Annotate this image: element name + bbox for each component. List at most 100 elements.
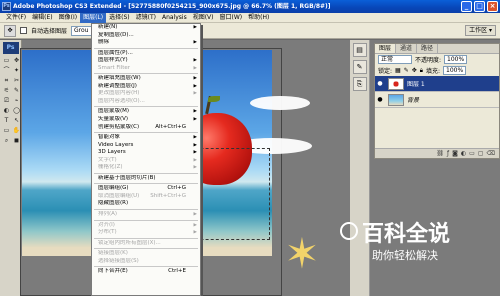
window-title-bar: Ps Adobe Photoshop CS3 Extended - [52775… [0, 0, 500, 13]
menu-item-label: 向下合并(E) [98, 268, 128, 275]
layer-menu-item[interactable]: 图层编组(G) Ctrl+G [92, 185, 200, 193]
tool-icon[interactable]: ▭ [2, 126, 11, 135]
workspace-button[interactable]: 工作区 ▾ [465, 25, 496, 36]
layer-menu-item[interactable]: Video Layers ▶ [92, 142, 200, 150]
layer-menu-item[interactable]: 新建填充图层(W) ▶ [92, 75, 200, 83]
lock-all-icon[interactable]: 🔒︎ [420, 67, 423, 75]
submenu-arrow-icon: ▶ [193, 230, 197, 236]
mask-icon[interactable]: ◙ [452, 150, 458, 157]
eye-icon[interactable]: ● [375, 96, 385, 103]
menu-item[interactable]: 图像(I) [56, 13, 80, 23]
layers-panel-footer: ⛓ ƒ ◙ ◐ ▭ ▢ ⌫ [375, 148, 499, 158]
tool-icon[interactable]: ⌒ [2, 66, 11, 75]
submenu-arrow-icon: ▶ [193, 150, 197, 156]
menu-item[interactable]: 帮助(H) [245, 13, 272, 23]
menu-bar: 文件(F) 编辑(E) 图像(I) 图层(L) 选择(S) 滤镜(T) Analysis 视图… [0, 12, 500, 23]
tool-icon[interactable]: T [2, 116, 11, 125]
lock-image-icon[interactable]: ✎ [404, 67, 409, 74]
menu-item[interactable]: 窗口(W) [217, 13, 246, 23]
tool-icon[interactable]: ⌕ [2, 136, 11, 145]
layer-menu-item[interactable]: 隐藏图层(R) [92, 200, 200, 208]
menu-item[interactable]: 选择(S) [106, 13, 133, 23]
layer-menu-item[interactable]: 新建(N) ▶ [92, 24, 200, 32]
menu-item[interactable]: 视图(V) [190, 13, 217, 23]
auto-select-label: 自动选择图层 [31, 28, 68, 35]
tab-paths[interactable]: 路径 [417, 44, 439, 53]
app-icon: Ps [2, 2, 11, 11]
layer-thumbnail [388, 77, 404, 90]
new-layer-icon[interactable]: ▢ [478, 150, 484, 157]
submenu-arrow-icon: ▶ [193, 25, 197, 30]
ps-logo: Ps [2, 42, 19, 54]
clone-source-icon[interactable]: ⎘ [352, 77, 367, 91]
layer-menu-item: 取消图层编组(U) Shift+Ctrl+G [92, 193, 200, 201]
layer-menu-item[interactable]: 复制图层(D)... [92, 32, 200, 40]
layer-menu-item[interactable]: 新建基于图层的切片(B) [92, 175, 200, 183]
fx-icon[interactable]: ƒ [447, 150, 449, 157]
menu-item-label: 新建基于图层的切片(B) [98, 174, 156, 181]
options-bar: ✥ 自动选择图层 Grou 工作区 ▾ [0, 23, 500, 39]
menu-item-label: 隐藏图层(R) [98, 200, 129, 207]
blend-row: 正常 不透明度: 100% [375, 54, 499, 65]
menu-item-label: 选择链接图层(S) [98, 257, 139, 264]
adjustment-icon[interactable]: ◐ [461, 150, 466, 157]
submenu-arrow-icon: ▶ [193, 222, 197, 228]
menu-item-label: 新建填充图层(W) [98, 75, 141, 82]
layer-row[interactable]: ● 背景 [375, 92, 499, 108]
layer-menu-item[interactable]: 新建调整图层(J) ▶ [92, 83, 200, 91]
watermark-title: 百科全说 [362, 222, 451, 247]
opacity-input[interactable]: 100% [444, 55, 468, 64]
close-button[interactable]: × [487, 1, 498, 12]
layer-menu-item[interactable]: 智能对象 ▶ [92, 134, 200, 142]
minimize-button[interactable]: _ [461, 1, 472, 12]
menu-item[interactable]: 图层(L) [80, 12, 107, 23]
menu-item[interactable]: 编辑(E) [29, 13, 55, 23]
blend-mode-select[interactable]: 正常 [378, 55, 412, 64]
layer-menu-item: 锁定组内的所有图层(X)... [92, 240, 200, 248]
menu-item-shortcut: Alt+Ctrl+G [155, 123, 186, 130]
brush-icon[interactable]: ✎ [352, 60, 367, 74]
lock-position-icon[interactable]: ✥ [412, 67, 417, 74]
watermark: 百科全说 助你轻松解决 [340, 222, 490, 276]
layer-menu-item[interactable]: 图层蒙版(M) ▶ [92, 108, 200, 116]
layer-menu-item[interactable]: 删除 ▶ [92, 39, 200, 47]
lock-label: 锁定: [378, 68, 393, 75]
layer-menu-item[interactable]: 向下合并(E) Ctrl+E [92, 268, 200, 276]
maximize-button[interactable]: □ [474, 1, 485, 12]
starfish-image: ✶ [284, 229, 320, 278]
lock-transparent-icon[interactable]: ▦ [395, 67, 401, 74]
menu-item-label: 创建剪贴蒙版(C) [98, 123, 140, 130]
layer-row[interactable]: ● 图层 1 [375, 76, 499, 92]
menu-item-label: 新建(N) [98, 24, 118, 30]
layer-menu-item[interactable]: 图层样式(Y) ▶ [92, 57, 200, 65]
tool-icon[interactable]: ⚟ [2, 86, 11, 95]
layer-name: 图层 1 [407, 81, 425, 88]
tool-icon[interactable]: ⌗ [2, 76, 11, 85]
trash-icon[interactable]: ⌫ [487, 150, 495, 157]
menu-item[interactable]: 滤镜(T) [133, 13, 159, 23]
eye-icon[interactable]: ● [375, 80, 385, 87]
link-icon[interactable]: ⛓ [436, 150, 444, 157]
auto-select-checkbox[interactable] [20, 27, 27, 34]
layer-menu-item[interactable]: 图层属性(P)... [92, 50, 200, 58]
cloud [250, 96, 310, 110]
folder-icon[interactable]: ▭ [469, 150, 475, 157]
layer-menu-item[interactable]: 矢量蒙版(V) ▶ [92, 116, 200, 124]
menu-item[interactable]: Analysis [159, 13, 190, 23]
menu-item[interactable]: 文件(F) [3, 13, 29, 23]
menu-item-label: 文字(T) [98, 156, 117, 163]
tool-icon[interactable]: ⎚ [2, 96, 11, 105]
tab-layers[interactable]: 图层 [375, 44, 397, 53]
menu-item-shortcut: Ctrl+G [167, 185, 186, 192]
tool-icon[interactable]: ▭ [2, 56, 11, 65]
layer-menu-item[interactable]: 创建剪贴蒙版(C) Alt+Ctrl+G [92, 124, 200, 132]
fill-input[interactable]: 100% [443, 66, 467, 75]
menu-item-label: 更改图层内容(H) [98, 90, 140, 97]
menu-item-label: 复制图层(D)... [98, 31, 134, 38]
history-icon[interactable]: ▤ [352, 43, 367, 57]
tool-icon[interactable]: ◐ [2, 106, 11, 115]
tab-channels[interactable]: 通道 [396, 44, 418, 53]
menu-separator [94, 73, 198, 75]
layer-menu-item[interactable]: 3D Layers ▶ [92, 149, 200, 157]
move-tool-preset-icon[interactable]: ✥ [4, 24, 16, 37]
